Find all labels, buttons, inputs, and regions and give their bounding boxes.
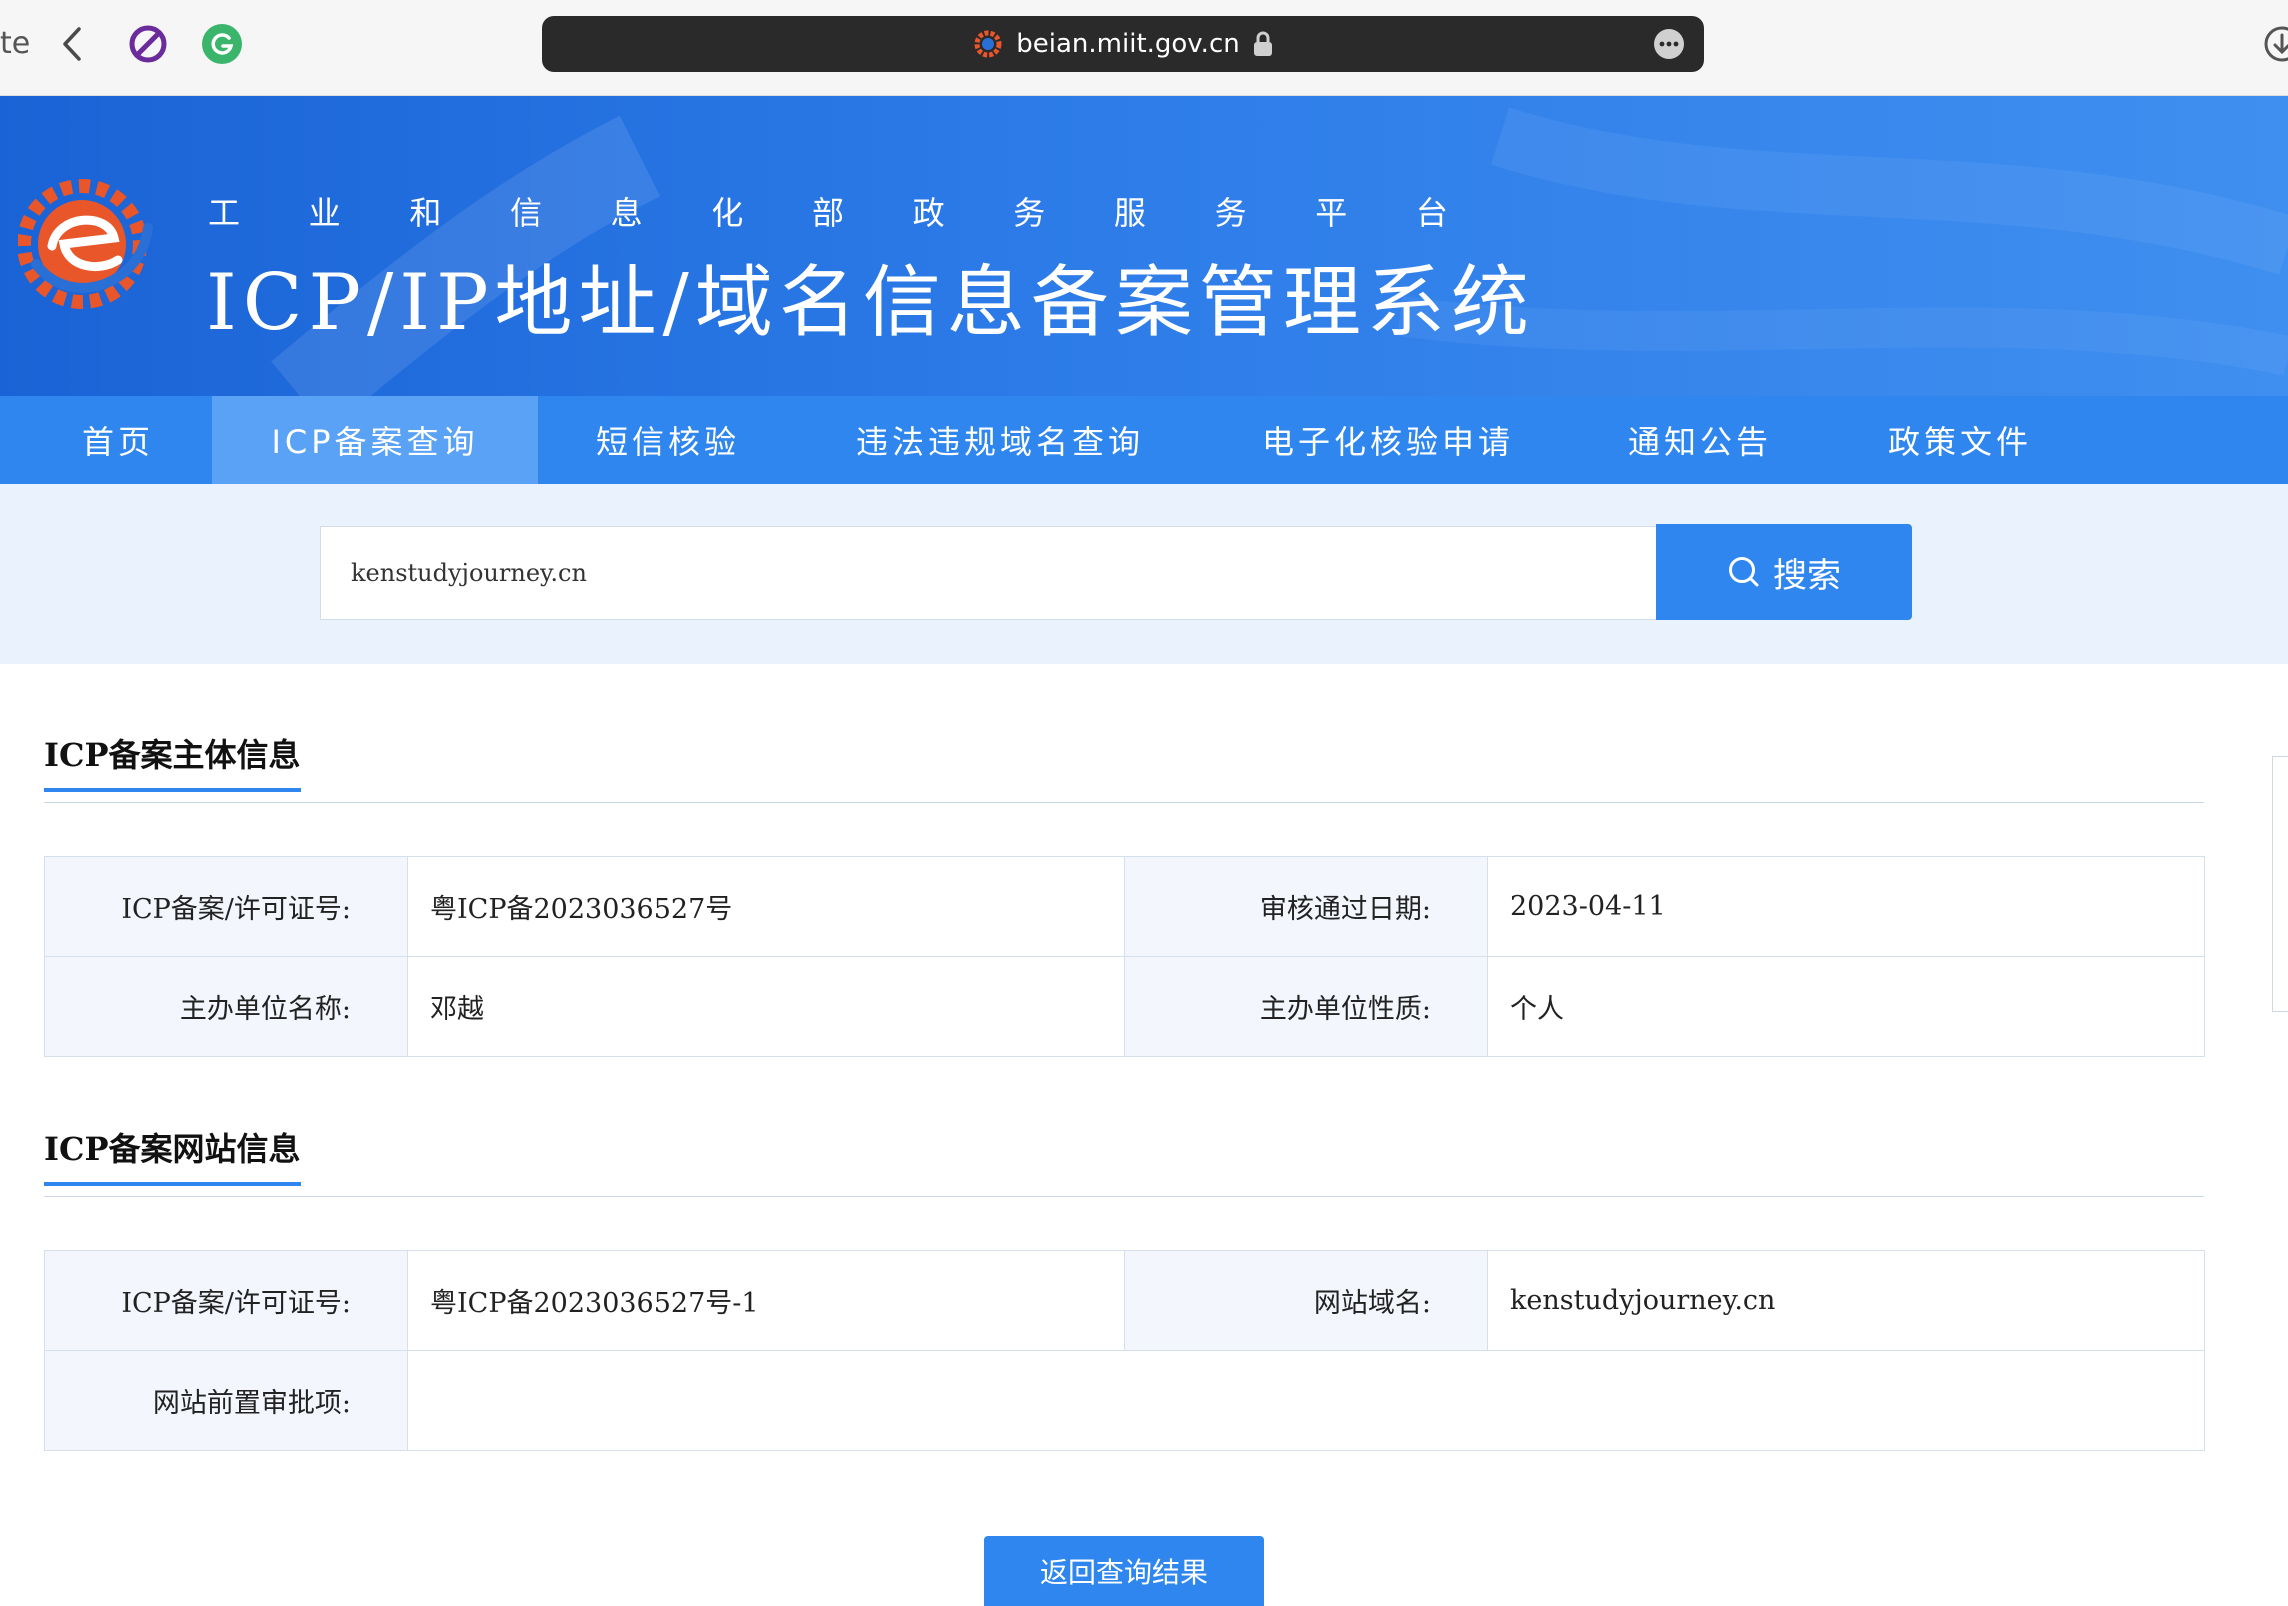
license-label: ICP备案/许可证号: <box>44 856 408 957</box>
pre-approval-label: 网站前置审批项: <box>44 1350 408 1451</box>
section-divider <box>44 802 2204 803</box>
search-button-label: 搜索 <box>1773 555 1841 596</box>
subtitle-char: 服 <box>1113 194 1146 232</box>
lock-icon <box>1253 31 1272 56</box>
subtitle-char: 务 <box>1214 194 1247 232</box>
subtitle-char: 和 <box>409 194 442 232</box>
miit-logo-icon <box>18 179 153 309</box>
nav-item-sms-verify[interactable]: 短信核验 <box>568 396 768 484</box>
site-domain-label: 网站域名: <box>1124 1250 1488 1351</box>
table-row: 主办单位名称: 邓越 主办单位性质: 个人 <box>44 956 2205 1057</box>
subtitle-char: 业 <box>308 194 341 232</box>
subtitle-char: 务 <box>1013 194 1046 232</box>
back-to-results-button[interactable]: 返回查询结果 <box>984 1536 1264 1606</box>
license-value: 粤ICP备2023036527号 <box>407 856 1125 957</box>
pre-approval-value <box>407 1350 2205 1451</box>
website-info-table: ICP备案/许可证号: 粤ICP备2023036527号-1 网站域名: ken… <box>44 1250 2205 1451</box>
entity-info-table: ICP备案/许可证号: 粤ICP备2023036527号 审核通过日期: 202… <box>44 856 2205 1057</box>
nav-item-notices[interactable]: 通知公告 <box>1610 396 1790 484</box>
chevron-left-icon <box>63 27 81 61</box>
site-favicon-icon <box>974 30 1002 58</box>
organizer-type-label: 主办单位性质: <box>1124 956 1488 1057</box>
subtitle-char: 信 <box>509 194 542 232</box>
entity-section-title: ICP备案主体信息 <box>44 730 301 792</box>
nav-item-e-verify-apply[interactable]: 电子化核验申请 <box>1238 396 1538 484</box>
grammarly-extension-icon[interactable] <box>202 24 242 64</box>
site-license-value: 粤ICP备2023036527号-1 <box>407 1250 1125 1351</box>
table-row: ICP备案/许可证号: 粤ICP备2023036527号-1 网站域名: ken… <box>44 1250 2205 1351</box>
search-icon <box>1729 557 1759 587</box>
nav-item-icp-query[interactable]: ICP备案查询 <box>212 396 538 484</box>
subtitle-char: 工 <box>208 194 241 232</box>
subtitle-char: 台 <box>1415 194 1448 232</box>
download-icon[interactable] <box>2262 24 2288 64</box>
more-options-icon[interactable] <box>1654 29 1684 59</box>
subtitle-char: 息 <box>610 194 643 232</box>
main-nav: 首页 ICP备案查询 短信核验 违法违规域名查询 电子化核验申请 通知公告 政策… <box>0 396 2288 484</box>
subtitle-char: 部 <box>811 194 844 232</box>
organizer-name-value: 邓越 <box>407 956 1125 1057</box>
subtitle-char: 化 <box>711 194 744 232</box>
site-banner: 工 业 和 信 息 化 部 政 务 服 务 平 台 ICP/IP地址/域名信息备… <box>0 96 2288 396</box>
search-area: 搜索 <box>0 484 2288 664</box>
website-section-title: ICP备案网站信息 <box>44 1124 301 1186</box>
approval-date-label: 审核通过日期: <box>1124 856 1488 957</box>
subtitle-char: 平 <box>1315 194 1348 232</box>
organizer-name-label: 主办单位名称: <box>44 956 408 1057</box>
approval-date-value: 2023-04-11 <box>1487 856 2205 957</box>
organizer-type-value: 个人 <box>1487 956 2205 1057</box>
browser-toolbar: te beian.miit.gov.cn <box>0 0 2288 96</box>
search-button[interactable]: 搜索 <box>1656 524 1912 620</box>
table-row: 网站前置审批项: <box>44 1350 2205 1451</box>
url-text: beian.miit.gov.cn <box>1016 29 1240 59</box>
section-divider <box>44 1196 2204 1197</box>
nav-item-home[interactable]: 首页 <box>44 396 192 484</box>
back-button[interactable] <box>52 20 92 68</box>
banner-title: ICP/IP地址/域名信息备案管理系统 <box>206 258 1535 348</box>
search-input[interactable] <box>320 526 1656 620</box>
site-domain-value: kenstudyjourney.cn <box>1487 1250 2205 1351</box>
nav-item-illegal-domain-query[interactable]: 违法违规域名查询 <box>830 396 1170 484</box>
tab-title-fragment[interactable]: te <box>0 26 30 61</box>
subtitle-char: 政 <box>912 194 945 232</box>
site-license-label: ICP备案/许可证号: <box>44 1250 408 1351</box>
block-extension-icon[interactable] <box>128 24 168 64</box>
address-bar[interactable]: beian.miit.gov.cn <box>542 16 1704 72</box>
table-row: ICP备案/许可证号: 粤ICP备2023036527号 审核通过日期: 202… <box>44 856 2205 957</box>
banner-subtitle: 工 业 和 信 息 化 部 政 务 服 务 平 台 <box>208 188 1448 234</box>
side-float-panel[interactable] <box>2272 756 2288 1012</box>
nav-item-policy-docs[interactable]: 政策文件 <box>1870 396 2050 484</box>
